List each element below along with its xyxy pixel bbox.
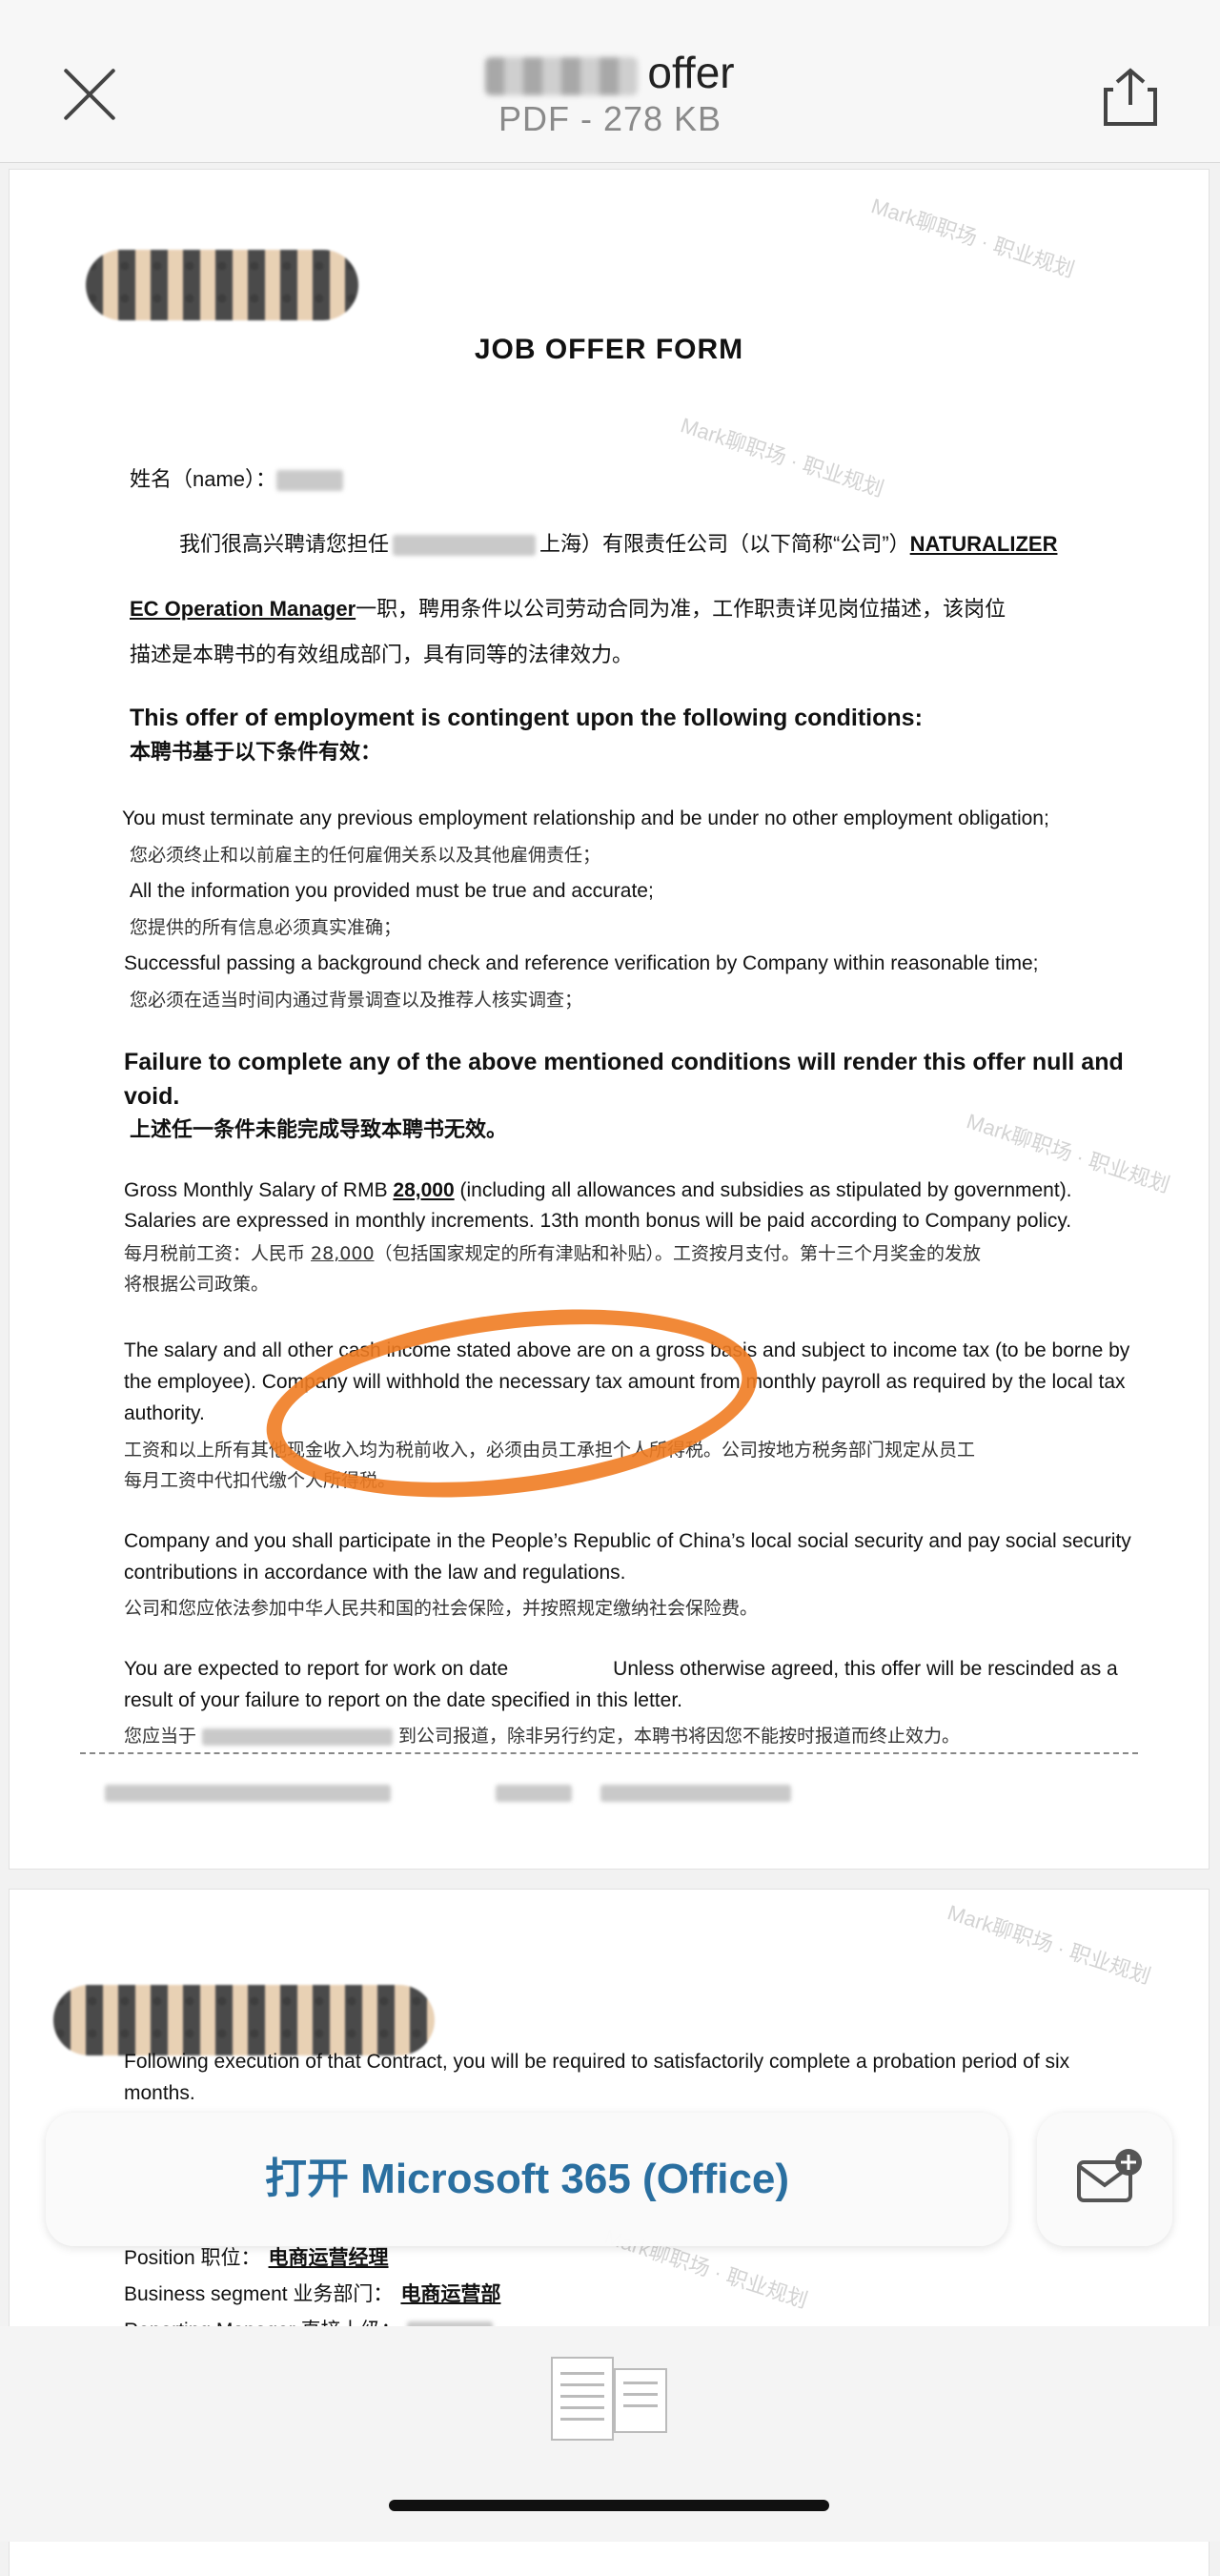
- position-value: 电商运营经理: [268, 2247, 389, 2269]
- condition-2-cn: 您提供的所有信息必须真实准确；: [130, 917, 402, 938]
- page-thumbnail-1[interactable]: [551, 2357, 614, 2441]
- salary-line-1: Gross Monthly Salary of RMB 28,000 (incl…: [124, 1175, 1072, 1207]
- document-title-text: offer: [647, 48, 735, 97]
- watermark-1: Mark聊职场 · 职业规划: [868, 194, 1078, 282]
- redacted-footer: [105, 1785, 1115, 1806]
- document-page-1: JOB OFFER FORM 姓名（name）： 我们很高兴聘请您担任 上海）有限…: [10, 170, 1209, 1869]
- redacted-date: [202, 1728, 394, 1746]
- name-label: 姓名（name）：: [130, 467, 277, 491]
- salary-line-2: Salaries are expressed in monthly increm…: [124, 1210, 1072, 1232]
- intro-text-a: 我们很高兴聘请您担任: [179, 532, 390, 556]
- intro-line-2: EC Operation Manager一职，聘用条件以公司劳动合同为准，工作职…: [130, 593, 1006, 625]
- failure-clause-cn: 上述任一条件未能完成导致本聘书无效。: [130, 1117, 508, 1141]
- probation-clause: Following execution of that Contract, yo…: [124, 2051, 1070, 2104]
- failure-clause-en: Failure to complete any of the above men…: [124, 1049, 1124, 1110]
- home-indicator: [389, 2500, 829, 2511]
- redacted-logo-2: [53, 1985, 435, 2055]
- title-area: offer PDF - 278 KB: [0, 46, 1220, 139]
- redacted-company: [393, 535, 537, 557]
- divider-line: [80, 1752, 1138, 1754]
- segment-value: 电商运营部: [400, 2283, 501, 2305]
- report-clause-en: You are expected to report for work on d…: [124, 1653, 1138, 1716]
- redacted-logo: [86, 250, 358, 320]
- open-in-office-button[interactable]: 打开 Microsoft 365 (Office): [46, 2113, 1008, 2246]
- brand-name: NATURALIZER: [909, 532, 1058, 556]
- salary-amount-cn: 28,000: [311, 1243, 375, 1264]
- condition-1-cn: 您必须终止和以前雇主的任何雇佣关系以及其他雇佣责任；: [130, 845, 601, 866]
- intro-text-b: 上海）有限责任公司（以下简称“公司”）: [539, 532, 910, 556]
- page-thumbnail-2[interactable]: [614, 2368, 667, 2433]
- condition-3-en: Successful passing a background check an…: [124, 952, 1039, 974]
- watermark-4: Mark聊职场 · 职业规划: [945, 1900, 1154, 1989]
- position-en: EC Operation Manager: [130, 597, 356, 621]
- document-meta: PDF - 278 KB: [498, 99, 722, 138]
- salary-cn-b: （包括国家规定的所有津贴和补贴）。工资按月支付。第十三个月奖金的发放: [374, 1243, 982, 1264]
- conditions-heading-en: This offer of employment is contingent u…: [130, 705, 923, 731]
- position-row: Position 职位： 电商运营经理: [124, 2242, 389, 2275]
- redacted-name-block: [485, 56, 639, 95]
- intro-line-1: 我们很高兴聘请您担任 上海）有限责任公司（以下简称“公司”）NATURALIZER: [179, 528, 1057, 561]
- salary-cn-a: 每月税前工资：人民币: [124, 1243, 312, 1264]
- mail-add-icon[interactable]: [1037, 2113, 1172, 2246]
- report-text-a: You are expected to report for work on d…: [124, 1658, 509, 1680]
- intro-text-2: 一职，聘用条件以公司劳动合同为准，工作职责详见岗位描述，该岗位: [356, 597, 1006, 621]
- conditions-heading-cn: 本聘书基于以下条件有效：: [130, 740, 382, 764]
- position-label: Position 职位：: [124, 2247, 261, 2269]
- watermark-2: Mark聊职场 · 职业规划: [678, 413, 887, 501]
- salary-amount: 28,000: [393, 1179, 455, 1201]
- segment-label: Business segment 业务部门：: [124, 2283, 394, 2305]
- condition-2-en: All the information you provided must be…: [130, 880, 654, 902]
- name-line: 姓名（name）：: [130, 463, 344, 496]
- salary-text-a: Gross Monthly Salary of RMB: [124, 1179, 394, 1201]
- share-icon[interactable]: [1102, 67, 1159, 128]
- salary-line-cn-1: 每月税前工资：人民币 28,000（包括国家规定的所有津贴和补贴）。工资按月支付…: [124, 1237, 981, 1270]
- document-title: offer: [0, 46, 1220, 99]
- condition-1-en: You must terminate any previous employme…: [122, 808, 1049, 829]
- redacted-name: [276, 470, 344, 492]
- segment-row: Business segment 业务部门： 电商运营部: [124, 2279, 500, 2311]
- report-cn-b: 到公司报道，除非另行约定，本聘书将因您不能按时报道而终止效力。: [398, 1726, 961, 1747]
- social-clause-cn: 公司和您应依法参加中华人民共和国的社会保险，并按照规定缴纳社会保险费。: [124, 1598, 759, 1619]
- salary-line-cn-2: 将根据公司政策。: [124, 1274, 270, 1295]
- form-title: JOB OFFER FORM: [474, 334, 744, 365]
- condition-3-cn: 您必须在适当时间内通过背景调查以及推荐人核实调查；: [130, 990, 583, 1011]
- report-cn-a: 您应当于: [124, 1726, 197, 1747]
- social-clause-en: Company and you shall participate in the…: [124, 1530, 1131, 1584]
- report-clause-cn: 您应当于 到公司报道，除非另行约定，本聘书将因您不能按时报道而终止效力。: [124, 1720, 960, 1752]
- intro-line-3: 描述是本聘书的有效组成部门，具有同等的法律效力。: [130, 643, 634, 666]
- salary-text-b: (including all allowances and subsidies …: [454, 1179, 1072, 1201]
- top-bar: offer PDF - 278 KB: [0, 0, 1220, 163]
